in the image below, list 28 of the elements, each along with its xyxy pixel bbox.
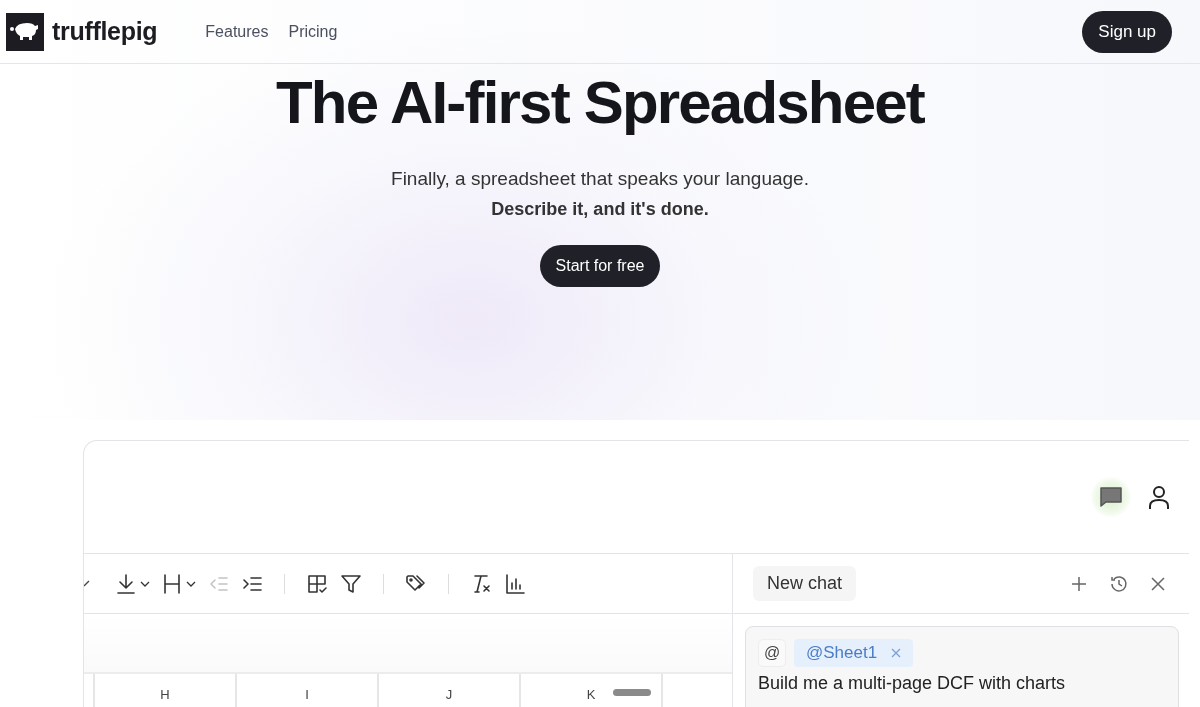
chat-input-field[interactable]: @ @Sheet1 Build me a multi-page DCF with charts [745, 626, 1179, 707]
context-chip[interactable]: @Sheet1 [794, 639, 914, 667]
user-icon[interactable] [1147, 484, 1171, 510]
hero-subtitle: Finally, a spreadsheet that speaks your language. [391, 168, 809, 190]
plus-icon[interactable] [1071, 575, 1087, 592]
bar-chart-tool-button[interactable] [503, 571, 527, 596]
brand-name[interactable]: trufflepig [52, 17, 158, 46]
history-icon[interactable] [1109, 573, 1129, 594]
close-icon[interactable] [1151, 576, 1165, 591]
chat-tab[interactable]: New chat [753, 566, 857, 601]
column-header[interactable]: J [379, 674, 521, 707]
download-icon [114, 571, 138, 596]
column-header[interactable]: I [237, 674, 379, 707]
column-header[interactable]: H [95, 674, 237, 707]
resize-handle[interactable] [613, 689, 651, 696]
start-for-free-button[interactable]: Start for free [539, 245, 661, 287]
mention-button[interactable]: @ [758, 639, 786, 667]
download-tool-button[interactable] [114, 571, 150, 596]
bar-chart-icon [503, 571, 527, 596]
nav-link[interactable]: Pricing [288, 22, 338, 41]
chat-message: Build me a multi-page DCF with charts [758, 673, 1067, 693]
nav-link[interactable]: Features [205, 22, 269, 41]
column-header[interactable]: K [521, 674, 663, 707]
chat-toggle-button[interactable] [1091, 477, 1131, 517]
hero-title: The AI-first Spreadsheet [275, 68, 925, 138]
chat-bubble-icon [1098, 485, 1124, 509]
hero-tagline: Describe it, and it's done. [491, 199, 709, 220]
pig-logo-icon[interactable] [6, 12, 44, 51]
